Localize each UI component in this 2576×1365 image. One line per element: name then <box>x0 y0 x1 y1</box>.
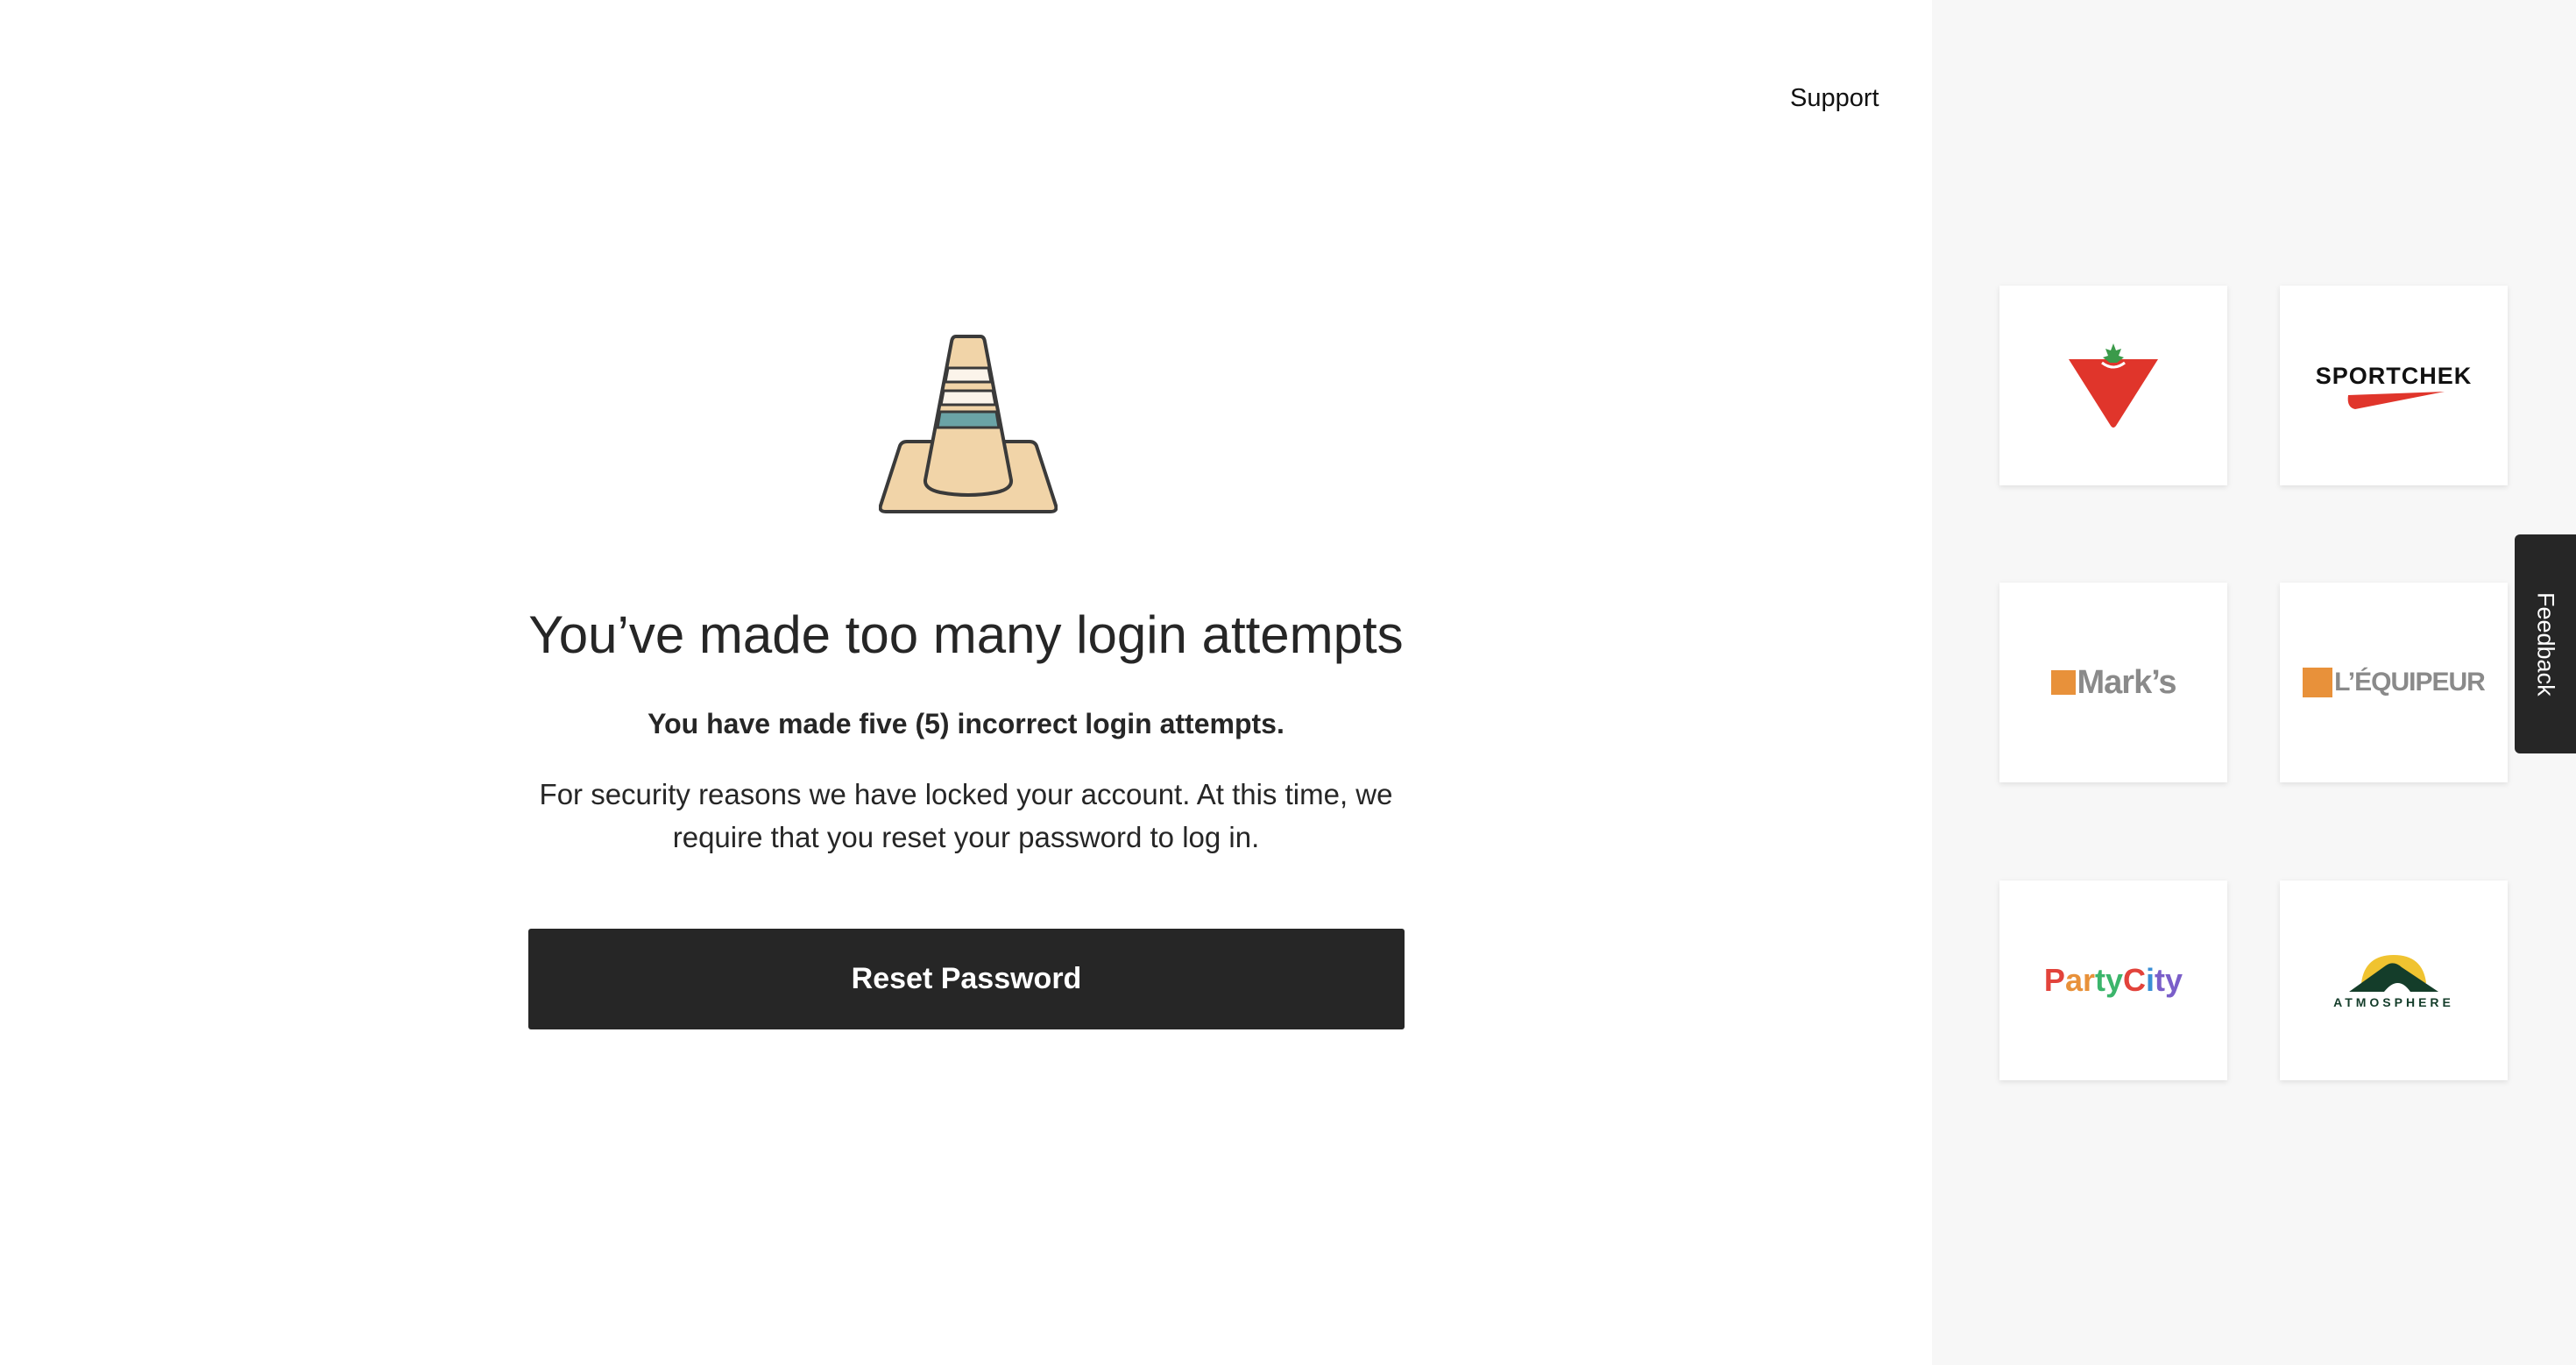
party-city-letter: i <box>2146 962 2155 998</box>
brand-tile-canadian-tire[interactable] <box>1999 286 2227 485</box>
atmosphere-logo: ATMOSPHERE <box>2333 951 2454 1009</box>
marks-square-icon <box>2050 670 2076 695</box>
party-city-letter: P <box>2043 962 2065 998</box>
lock-explanation-line-1: For security reasons we have locked your… <box>539 778 1393 810</box>
party-city-letter: y <box>2165 962 2183 998</box>
traffic-cone-icon <box>879 335 1058 513</box>
party-city-letter: a <box>2064 962 2083 998</box>
party-city-letter: y <box>2105 962 2124 998</box>
lequipeur-wordmark: L’ÉQUIPEUR <box>2334 668 2486 697</box>
party-city-letter: C <box>2123 962 2147 998</box>
page-title: You’ve made too many login attempts <box>528 605 1404 664</box>
feedback-label: Feedback <box>2532 591 2559 697</box>
sportchek-logo: SPORTCHEK <box>2316 363 2473 409</box>
brand-tile-party-city[interactable]: PartyCity <box>1999 881 2227 1080</box>
marks-wordmark: Mark’s <box>2077 663 2177 701</box>
lock-explanation-line-2: require that you reset your password to … <box>672 821 1260 853</box>
canadian-tire-logo <box>2069 343 2158 428</box>
brand-tile-lequipeur[interactable]: L’ÉQUIPEUR <box>2280 583 2508 782</box>
brand-tile-atmosphere[interactable]: ATMOSPHERE <box>2280 881 2508 1080</box>
brand-tile-marks[interactable]: Mark’s <box>1999 583 2227 782</box>
brand-tile-sportchek[interactable]: SPORTCHEK <box>2280 286 2508 485</box>
party-city-letter: t <box>2155 962 2166 998</box>
party-city-letter: t <box>2094 962 2105 998</box>
lock-explanation: For security reasons we have locked your… <box>526 773 1406 859</box>
lequipeur-square-icon <box>2303 668 2333 697</box>
lequipeur-logo: L’ÉQUIPEUR <box>2303 668 2486 697</box>
feedback-tab[interactable]: Feedback <box>2515 534 2576 753</box>
party-city-letter: r <box>2082 962 2095 998</box>
atmosphere-wordmark: ATMOSPHERE <box>2333 995 2454 1009</box>
marks-logo: Mark’s <box>2050 663 2177 702</box>
attempts-subtitle: You have made five (5) incorrect login a… <box>648 708 1284 739</box>
atmosphere-mountain-icon <box>2349 955 2438 992</box>
sportchek-wordmark: SPORTCHEK <box>2315 362 2473 389</box>
party-city-logo: PartyCity <box>2044 962 2183 999</box>
reset-password-button[interactable]: Reset Password <box>528 929 1405 1029</box>
sportchek-swoosh-icon <box>2347 391 2445 409</box>
support-link[interactable]: Support <box>1790 84 1879 113</box>
main-content: Support You’ve made too many login attem… <box>0 0 1932 1365</box>
